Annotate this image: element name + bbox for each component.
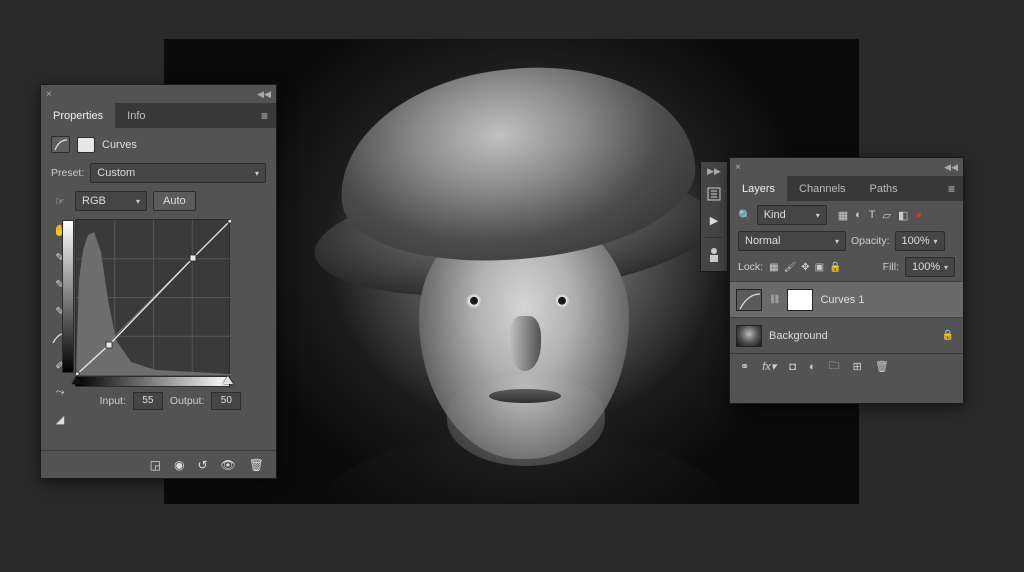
- preset-select[interactable]: Custom▾: [90, 163, 266, 183]
- auto-button[interactable]: Auto: [153, 191, 196, 211]
- close-icon[interactable]: ×: [46, 89, 52, 100]
- group-icon[interactable]: 🗀: [829, 357, 840, 376]
- lock-all-icon[interactable]: 🔒: [829, 262, 841, 273]
- lock-icon[interactable]: 🔒: [942, 330, 954, 341]
- adjustment-thumb[interactable]: [736, 289, 762, 311]
- white-point-slider[interactable]: [223, 376, 233, 384]
- output-label: Output:: [170, 395, 204, 407]
- collapsed-dock: ▶▶ ▶: [700, 161, 728, 272]
- fill-input[interactable]: 100%▾: [905, 257, 955, 277]
- fill-label: Fill:: [883, 261, 899, 273]
- smooth-icon[interactable]: ⤳: [51, 383, 69, 401]
- smart-filter-icon[interactable]: ◧: [898, 209, 908, 222]
- panel-titlebar: × ◀◀: [41, 85, 276, 103]
- layer-name[interactable]: Curves 1: [820, 294, 957, 306]
- trash-icon[interactable]: 🗑: [875, 360, 889, 373]
- properties-panel: × ◀◀ Properties Info ≡ Curves Preset: Cu…: [40, 84, 277, 479]
- link-icon[interactable]: ⚭: [740, 360, 749, 373]
- portrait-mouth: [489, 389, 561, 403]
- output-value[interactable]: 50: [211, 392, 241, 410]
- new-layer-icon[interactable]: ⊞: [853, 360, 862, 373]
- view-previous-icon[interactable]: ◉: [174, 458, 184, 472]
- tab-channels[interactable]: Channels: [787, 176, 857, 201]
- search-icon: 🔍: [738, 209, 752, 222]
- histogram-clip-icon[interactable]: ◢: [51, 410, 69, 428]
- history-icon[interactable]: [703, 182, 725, 206]
- lock-label: Lock:: [738, 261, 763, 273]
- black-point-slider[interactable]: [72, 376, 82, 384]
- clip-to-layer-icon[interactable]: ◲: [150, 458, 161, 472]
- close-icon[interactable]: ×: [735, 162, 741, 173]
- clone-source-icon[interactable]: [703, 243, 725, 267]
- panel-menu-icon[interactable]: ≡: [940, 176, 963, 201]
- curves-adjustment-icon: [51, 136, 70, 153]
- expand-dock-icon[interactable]: ▶▶: [707, 166, 721, 177]
- portrait-eye-right: [554, 294, 570, 309]
- collapse-icon[interactable]: ◀◀: [257, 89, 271, 100]
- image-thumb[interactable]: [736, 325, 762, 347]
- layer-name[interactable]: Background: [769, 330, 935, 342]
- chevron-down-icon: ▾: [255, 169, 259, 178]
- mask-thumb[interactable]: [787, 289, 813, 311]
- properties-tabs: Properties Info ≡: [41, 103, 276, 128]
- output-gradient: [62, 220, 74, 373]
- visibility-icon[interactable]: 👁: [221, 458, 236, 472]
- adjustment-header: Curves: [41, 128, 276, 159]
- lock-position-icon[interactable]: ✥: [801, 262, 809, 273]
- curves-graph[interactable]: [75, 219, 230, 374]
- layer-mask-icon[interactable]: [77, 137, 95, 153]
- fx-icon[interactable]: fx▾: [762, 360, 776, 373]
- adjustment-filter-icon[interactable]: ◐: [855, 209, 862, 222]
- layers-tabs: Layers Channels Paths ≡: [730, 176, 963, 201]
- layers-panel: × ◀◀ Layers Channels Paths ≡ 🔍 Kind▾ ▦ ◐…: [729, 157, 964, 404]
- properties-footer: ◲ ◉ ↺ 👁 🗑: [41, 450, 276, 478]
- portrait-beard: [447, 374, 605, 466]
- input-value[interactable]: 55: [133, 392, 163, 410]
- tab-properties[interactable]: Properties: [41, 103, 115, 128]
- blend-mode-select[interactable]: Normal▾: [738, 231, 846, 251]
- mask-icon[interactable]: ◘: [789, 361, 796, 373]
- opacity-label: Opacity:: [851, 235, 890, 247]
- adjustment-title: Curves: [102, 139, 137, 151]
- tab-layers[interactable]: Layers: [730, 176, 787, 201]
- channel-select[interactable]: RGB▾: [75, 191, 147, 211]
- panel-menu-icon[interactable]: ≡: [253, 103, 276, 128]
- opacity-input[interactable]: 100%▾: [895, 231, 945, 251]
- trash-icon[interactable]: 🗑: [249, 458, 264, 472]
- pixel-filter-icon[interactable]: ▦: [838, 209, 848, 222]
- mask-link-icon[interactable]: ⛓: [769, 294, 780, 305]
- input-gradient[interactable]: [75, 376, 230, 387]
- shape-filter-icon[interactable]: ▱: [883, 209, 891, 222]
- tab-info[interactable]: Info: [115, 103, 157, 128]
- tab-paths[interactable]: Paths: [858, 176, 910, 201]
- layer-row[interactable]: 👁 Background 🔒: [730, 317, 963, 353]
- portrait-eye-left: [466, 294, 482, 309]
- layer-row[interactable]: 👁 ⛓ Curves 1: [730, 281, 963, 317]
- layer-list: 👁 ⛓ Curves 1 👁 Background 🔒: [730, 281, 963, 353]
- filter-kind-select[interactable]: Kind▾: [757, 205, 827, 225]
- type-filter-icon[interactable]: T: [869, 209, 876, 222]
- portrait-nose: [509, 316, 541, 371]
- reset-icon[interactable]: ↺: [197, 458, 207, 472]
- actions-icon[interactable]: ▶: [703, 208, 725, 232]
- chevron-down-icon: ▾: [136, 197, 140, 206]
- target-adjustment-icon[interactable]: ☞: [51, 195, 69, 208]
- input-label: Input:: [100, 395, 126, 407]
- preset-label: Preset:: [51, 167, 84, 179]
- collapse-icon[interactable]: ◀◀: [944, 162, 958, 173]
- layers-footer: ⚭ fx▾ ◘ ◐ 🗀 ⊞ 🗑: [730, 353, 963, 379]
- lock-transparent-icon[interactable]: ▦: [769, 262, 778, 273]
- panel-titlebar: × ◀◀: [730, 158, 963, 176]
- adjustment-icon[interactable]: ◐: [809, 361, 816, 373]
- lock-image-icon[interactable]: 🖌: [784, 262, 797, 273]
- lock-artboard-icon[interactable]: ▣: [815, 262, 824, 273]
- filter-toggle-icon[interactable]: ●: [915, 209, 922, 222]
